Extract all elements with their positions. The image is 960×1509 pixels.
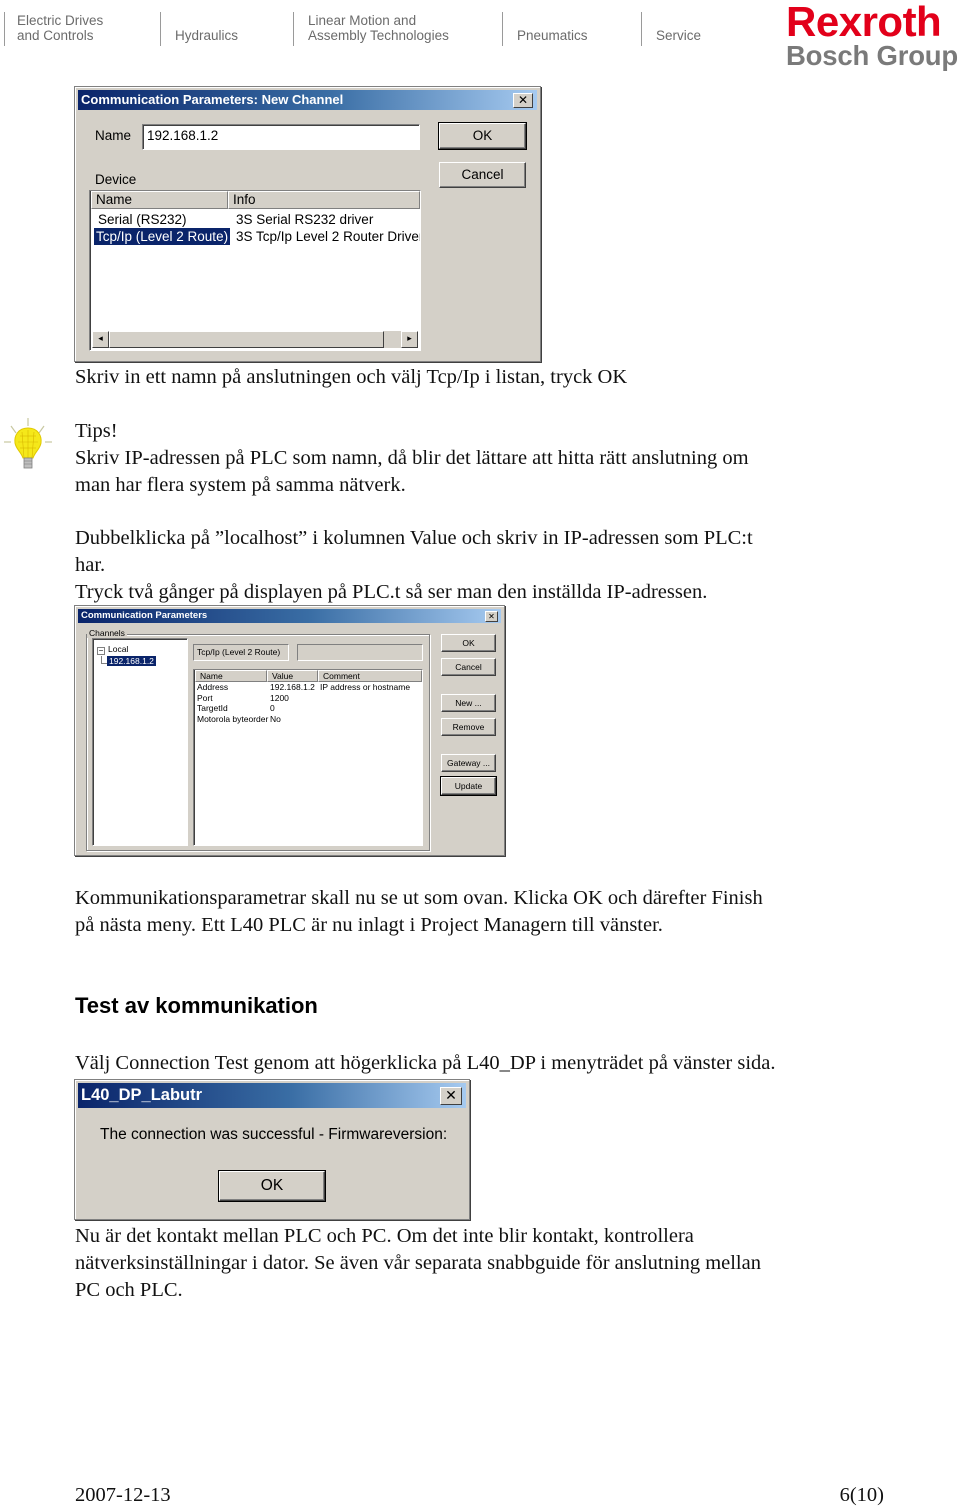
close-icon[interactable]: ✕ [513, 93, 533, 108]
footer-date: 2007-12-13 [75, 1484, 171, 1506]
channels-label: Channels [87, 628, 127, 638]
logo-group: Bosch Group [786, 40, 958, 71]
close-icon[interactable]: ✕ [485, 611, 498, 622]
ok-button[interactable]: OK [438, 122, 527, 150]
close-icon[interactable]: ✕ [440, 1087, 462, 1105]
dialog-titlebar[interactable]: Communication Parameters ✕ [78, 609, 501, 623]
logo-brand: Rexroth [786, 0, 942, 45]
dialog-title: Communication Parameters: New Channel [81, 92, 344, 107]
scroll-left-icon[interactable]: ◂ [92, 331, 109, 348]
nav-line1 [175, 13, 238, 28]
nav-line2: Service [656, 28, 702, 43]
name-label: Name [95, 128, 132, 143]
device-label: Device [95, 172, 137, 187]
section-heading: Test av kommunikation [75, 993, 318, 1018]
instruction-text: Kommunikationsparametrar skall nu se ut … [75, 887, 763, 909]
nav-linear-motion[interactable]: Linear Motion and Assembly Technologies [293, 12, 449, 46]
cancel-button[interactable]: Cancel [441, 658, 496, 676]
rexroth-logo: Rexroth Bosch Group [786, 0, 958, 71]
param-value[interactable]: No [270, 714, 281, 724]
instruction-text: Välj Connection Test genom att högerklic… [75, 1052, 776, 1074]
column-header-info[interactable]: Info [228, 191, 420, 209]
column-header-comment[interactable]: Comment [318, 670, 422, 682]
new-channel-dialog: Communication Parameters: New Channel ✕ … [74, 86, 541, 362]
column-header-name[interactable]: Name [195, 670, 267, 682]
tips-text-line: man har flera system på samma nätverk. [75, 474, 406, 496]
horizontal-scrollbar[interactable]: ◂ ▸ [92, 331, 418, 348]
nav-line2: and Controls [17, 28, 94, 43]
instruction-text: PC och PLC. [75, 1279, 183, 1301]
param-value[interactable]: 1200 [270, 693, 289, 703]
connection-test-dialog: L40_DP_Labutr ✕ The connection was succe… [74, 1079, 470, 1220]
param-value[interactable]: 192.168.1.2 [270, 682, 315, 692]
scroll-right-icon[interactable]: ▸ [401, 331, 418, 348]
update-button[interactable]: Update [440, 776, 497, 796]
tips-title: Tips! [75, 420, 118, 442]
nav-line1: Linear Motion and [308, 13, 417, 28]
dialog-titlebar[interactable]: Communication Parameters: New Channel ✕ [78, 90, 537, 110]
row-info: 3S Serial RS232 driver [236, 212, 374, 227]
nav-hydraulics[interactable]: Hydraulics [160, 12, 238, 46]
nav-line2: Assembly Technologies [308, 28, 449, 43]
nav-line2: Hydraulics [175, 28, 239, 43]
lightbulb-icon [4, 418, 52, 469]
param-name: TargetId [197, 703, 228, 713]
channels-tree[interactable]: − Local 192.168.1.2 [92, 638, 188, 846]
driver-field: Tcp/Ip (Level 2 Route) [193, 644, 289, 661]
row-name: Tcp/Ip (Level 2 Route) [94, 228, 231, 245]
instruction-text: Dubbelklicka på ”localhost” i kolumnen V… [75, 527, 753, 549]
nav-line1: Electric Drives [17, 13, 104, 28]
tree-node-local[interactable]: Local [108, 644, 128, 654]
instruction-text: Tryck två gånger på displayen på PLC.t s… [75, 581, 708, 603]
cancel-button[interactable]: Cancel [439, 162, 526, 188]
communication-parameters-dialog: Communication Parameters ✕ Channels − Lo… [74, 605, 505, 856]
instruction-text: Skriv in ett namn på anslutningen och vä… [75, 366, 628, 388]
tree-node-channel[interactable]: 192.168.1.2 [107, 656, 156, 666]
driver-info-field [297, 644, 423, 661]
nav-line1 [656, 13, 701, 28]
new-button[interactable]: New ... [441, 694, 496, 712]
header-divider [4, 12, 5, 46]
scroll-thumb[interactable] [109, 331, 384, 348]
gateway-button[interactable]: Gateway ... [441, 754, 496, 772]
param-comment: IP address or hostname [320, 682, 411, 692]
nav-service[interactable]: Service [641, 12, 701, 46]
param-name: Motorola byteorder [197, 713, 269, 724]
name-input[interactable]: 192.168.1.2 [142, 124, 420, 150]
column-header-value[interactable]: Value [267, 670, 318, 682]
page-number: 6(10) [839, 1484, 884, 1506]
dialog-title: Communication Parameters [81, 610, 208, 621]
param-value[interactable]: 0 [270, 703, 275, 713]
nav-electric-drives[interactable]: Electric Drives and Controls [4, 12, 103, 46]
remove-button[interactable]: Remove [441, 718, 496, 736]
param-name: Port [197, 692, 213, 703]
ok-button[interactable]: OK [218, 1170, 326, 1202]
instruction-text: nätverksinställningar i dator. Se även v… [75, 1252, 761, 1274]
instruction-text: Nu är det kontakt mellan PLC och PC. Om … [75, 1225, 694, 1247]
nav-line1 [517, 13, 588, 28]
message-text: The connection was successful - Firmware… [100, 1126, 448, 1143]
tips-text-line: Skriv IP-adressen på PLC som namn, då bl… [75, 447, 749, 469]
dialog-title: L40_DP_Labutr [81, 1086, 203, 1104]
column-header-name[interactable]: Name [91, 191, 228, 209]
param-name: Address [197, 682, 229, 692]
tree-collapse-icon[interactable]: − [97, 647, 105, 655]
instruction-text: på nästa meny. Ett L40 PLC är nu inlagt … [75, 914, 663, 936]
device-list[interactable]: Name Info Serial (RS232) 3S Serial RS232… [89, 190, 421, 351]
nav-pneumatics[interactable]: Pneumatics [502, 12, 588, 46]
nav-line2: Pneumatics [517, 28, 588, 43]
row-info: 3S Tcp/Ip Level 2 Router Driver [236, 229, 421, 244]
row-name: Serial (RS232) [98, 212, 187, 227]
ok-button[interactable]: OK [441, 634, 496, 652]
parameter-table[interactable]: Name Value Comment Address 192.168.1.2 I… [193, 669, 423, 846]
instruction-text: har. [75, 554, 106, 576]
dialog-titlebar[interactable]: L40_DP_Labutr ✕ [78, 1083, 466, 1108]
